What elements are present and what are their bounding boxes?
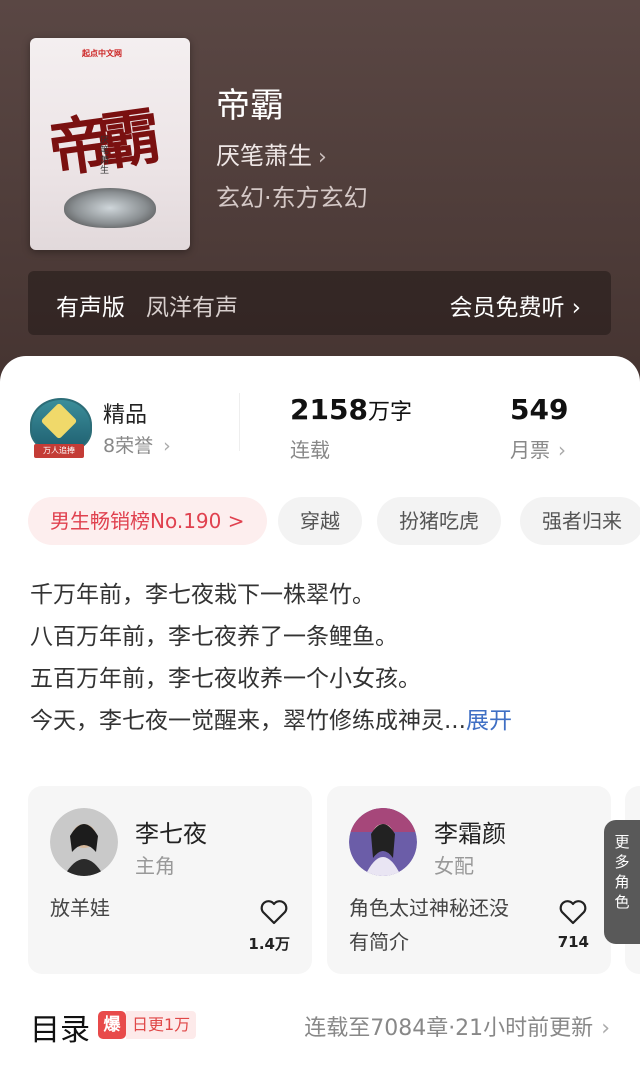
book-title: 帝霸 xyxy=(216,86,284,126)
description-line: 五百万年前，李七夜收养一个小女孩。 xyxy=(30,666,421,692)
divider xyxy=(239,393,240,451)
author-name: 厌笔萧生 xyxy=(216,142,312,170)
chevron-right-icon: › xyxy=(601,1016,610,1041)
chevron-right-icon: › xyxy=(558,438,566,462)
character-avatar xyxy=(50,808,118,876)
character-name: 李霜颜 xyxy=(434,820,506,848)
description-line: 今天，李七夜一觉醒来，翠竹修练成神灵... xyxy=(30,708,466,734)
expand-link[interactable]: 展开 xyxy=(466,708,512,734)
cover-art xyxy=(64,188,156,228)
tag-item[interactable]: 穿越 xyxy=(278,497,362,545)
heart-icon[interactable] xyxy=(258,896,290,928)
burst-text: 日更1万 xyxy=(126,1011,197,1039)
character-card[interactable]: 李七夜 主角 放羊娃 1.4万 xyxy=(28,786,312,974)
word-count: 2158万字 xyxy=(290,393,412,426)
toc-title: 目录 xyxy=(30,1013,90,1048)
toc-status-text: 连载至7084章·21小时前更新 xyxy=(304,1016,594,1041)
quality-badge-icon[interactable]: 万人追捧 xyxy=(30,398,92,458)
audio-label: 有声版 xyxy=(56,295,125,321)
honors-link[interactable]: 8荣誉 › xyxy=(103,431,171,458)
monthly-tickets-count: 549 xyxy=(510,393,569,426)
character-role: 主角 xyxy=(135,854,175,878)
audio-listen-button[interactable]: 会员免费听 › xyxy=(449,288,581,322)
author-link[interactable]: 厌笔萧生 › xyxy=(216,136,327,171)
character-avatar xyxy=(349,808,417,876)
like-count: 714 xyxy=(557,933,589,951)
burst-icon: 爆 xyxy=(98,1011,126,1039)
character-name: 李七夜 xyxy=(135,820,207,848)
word-count-unit: 万字 xyxy=(367,400,412,425)
like-count: 1.4万 xyxy=(248,935,290,953)
tag-item[interactable]: 扮猪吃虎 xyxy=(377,497,501,545)
chevron-right-icon: › xyxy=(163,435,171,457)
heart-icon[interactable] xyxy=(557,896,589,928)
description-line: 八百万年前，李七夜养了一条鲤鱼。 xyxy=(30,624,398,650)
character-role: 女配 xyxy=(434,854,474,878)
badge-ribbon: 万人追捧 xyxy=(34,444,84,458)
monthly-tickets-label: 月票 xyxy=(510,438,550,462)
more-roles-label: 更多角色 xyxy=(614,833,630,911)
update-burst-badge: 爆 日更1万 xyxy=(98,1011,197,1039)
chevron-right-icon: › xyxy=(571,295,581,321)
tag-item[interactable]: 强者归来 xyxy=(520,497,640,545)
character-note: 角色太过神秘还没有简介 xyxy=(349,896,509,954)
audio-narrator: 凤洋有声 xyxy=(146,295,238,321)
chevron-right-icon: › xyxy=(318,145,327,170)
audio-version-bar[interactable]: 有声版 凤洋有声 会员免费听 › xyxy=(28,271,611,335)
cover-publisher: 起点中文网 xyxy=(82,49,122,58)
honors-label: 8荣誉 xyxy=(103,435,154,457)
monthly-tickets-link[interactable]: 月票 › xyxy=(510,434,566,463)
quality-label: 精品 xyxy=(103,403,148,428)
toc-link[interactable]: 连载至7084章·21小时前更新 › xyxy=(304,1010,610,1042)
description-line-last: 今天，李七夜一觉醒来，翠竹修练成神灵...展开 xyxy=(30,700,620,742)
book-description[interactable]: 千万年前，李七夜栽下一株翠竹。 八百万年前，李七夜养了一条鲤鱼。 五百万年前，李… xyxy=(30,574,620,742)
book-cover[interactable]: 起点中文网 帝霸 厌笔萧生 xyxy=(30,38,190,250)
serial-status: 连载 xyxy=(290,438,330,462)
cover-title: 帝霸 xyxy=(44,100,154,187)
character-note: 放羊娃 xyxy=(50,896,110,920)
cover-author: 厌笔萧生 xyxy=(100,136,110,176)
tag-rank[interactable]: 男生畅销榜No.190 > xyxy=(28,497,267,545)
description-line: 千万年前，李七夜栽下一株翠竹。 xyxy=(30,582,375,608)
word-count-number: 2158 xyxy=(290,393,368,426)
more-roles-button[interactable]: 更多角色 xyxy=(604,820,640,944)
book-genre: 玄幻·东方玄幻 xyxy=(216,184,368,212)
audio-action-label: 会员免费听 xyxy=(449,295,565,321)
character-card[interactable]: 李霜颜 女配 角色太过神秘还没有简介 714 xyxy=(327,786,611,974)
